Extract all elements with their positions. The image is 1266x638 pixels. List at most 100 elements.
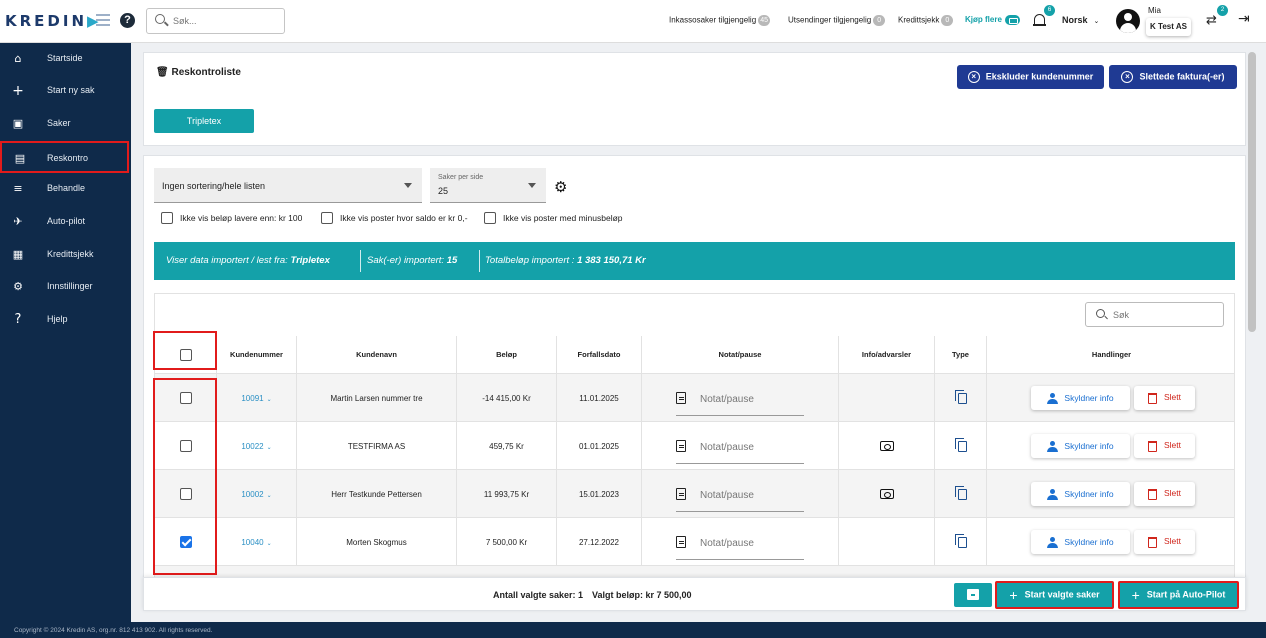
per-page-select[interactable]: Saker per side 25 [430, 168, 546, 203]
sidebar-item-behandle[interactable]: ≡ Behandle [0, 173, 131, 205]
person-icon [1047, 393, 1059, 405]
filter-checkbox-negative[interactable] [484, 212, 496, 224]
top-bar: KREDIN▶ ? Inkassosaker tilgjengelig45 Ut… [0, 0, 1266, 43]
filter-checkbox-min-amount[interactable] [161, 212, 173, 224]
note-document-icon [676, 488, 686, 500]
delete-row-button[interactable]: Slett [1134, 386, 1195, 410]
id-card-icon: ▦ [12, 248, 24, 261]
menu-icon[interactable] [96, 14, 110, 26]
start-selected-button[interactable]: + Start valgte saker [995, 581, 1114, 609]
filter-label: Ikke vis poster hvor saldo er kr 0,- [340, 213, 468, 223]
column-header: Info/advarsler [839, 336, 935, 374]
debtor-info-button[interactable]: Skyldner info [1031, 482, 1130, 506]
deleted-invoices-button[interactable]: × Slettede faktura(-er) [1109, 65, 1237, 89]
bottom-strip [131, 622, 1266, 638]
help-icon[interactable]: ? [120, 13, 135, 28]
table-row: 10091 ⌄ Martin Larsen nummer tre -14 415,… [155, 374, 1234, 422]
checklist-icon: ≡ [13, 182, 23, 195]
reskontro-header-panel: 🗑 Reskontroliste × Ekskluder kundenummer … [143, 52, 1246, 146]
info-warning-cell [839, 470, 935, 518]
customer-number-link[interactable]: 10022 ⌄ [241, 442, 271, 451]
kredin-logo[interactable]: KREDIN▶ [5, 12, 102, 30]
selected-count: Antall valgte saker: 1 [493, 590, 584, 600]
stat-badge: 0 [873, 15, 886, 26]
debtor-info-button[interactable]: Skyldner info [1031, 386, 1130, 410]
search-icon [1096, 309, 1105, 318]
sidebar-item-hjelp[interactable]: ? Hjelp [0, 304, 131, 336]
plus-icon: + [1131, 587, 1140, 603]
debtor-info-button[interactable]: Skyldner info [1031, 530, 1130, 554]
person-icon [1047, 441, 1059, 453]
sidebar-item-kredittsjekk[interactable]: ▦ Kredittsjekk [0, 239, 131, 271]
trash-icon [1147, 392, 1157, 404]
plus-icon: + [12, 83, 24, 99]
sort-select[interactable]: Ingen sortering/hele listen [154, 168, 422, 203]
note-input[interactable]: Notat/pause [676, 434, 804, 464]
debtor-info-button[interactable]: Skyldner info [1031, 434, 1130, 458]
customer-number-link[interactable]: 10040 ⌄ [241, 538, 271, 547]
info-warning-cell [839, 422, 935, 470]
copy-icon[interactable] [954, 389, 967, 404]
due-date: 15.01.2023 [557, 470, 642, 518]
copy-icon[interactable] [954, 485, 967, 500]
global-search[interactable] [146, 8, 285, 34]
sidebar-item-saker[interactable]: ▣ Saker [0, 108, 131, 140]
delete-row-button[interactable]: Slett [1134, 530, 1195, 554]
delete-row-button[interactable]: Slett [1134, 434, 1195, 458]
global-search-input[interactable] [173, 13, 273, 29]
person-icon [1047, 489, 1059, 501]
bell-icon[interactable] [1033, 13, 1046, 27]
settings-gear-icon[interactable]: ⚙ [554, 178, 567, 196]
copyright: Copyright © 2024 Kredin AS, org.nr. 812 … [14, 627, 213, 634]
user-avatar-icon[interactable] [1116, 9, 1140, 33]
customer-number-link[interactable]: 10002 ⌄ [241, 490, 271, 499]
language-select[interactable]: Norsk ⌄ [1062, 15, 1099, 25]
type-cell [935, 470, 987, 518]
note-input[interactable]: Notat/pause [676, 530, 804, 560]
stat-badge: 0 [941, 15, 954, 26]
warning-eye-icon[interactable] [879, 489, 894, 499]
exclude-customer-button[interactable]: × Ekskluder kundenummer [957, 65, 1104, 89]
note-input[interactable]: Notat/pause [676, 386, 804, 416]
plus-icon: + [1009, 587, 1018, 603]
sidebar-item-reskontro[interactable]: ▤ Reskontro [0, 141, 129, 173]
actions-cell: Skyldner info Slett [987, 518, 1234, 566]
caret-down-icon [404, 183, 412, 188]
chevron-down-icon: ⌄ [1093, 18, 1100, 25]
filter-checkbox-zero-balance[interactable] [321, 212, 333, 224]
buy-more-link[interactable]: Kjøp flere [965, 15, 1020, 25]
scrollbar[interactable] [1248, 52, 1256, 332]
copy-icon[interactable] [954, 437, 967, 452]
notifications-badge: 6 [1044, 5, 1055, 16]
trash-icon [1147, 440, 1157, 452]
archive-button[interactable] [954, 583, 992, 607]
table-search[interactable] [1085, 302, 1224, 327]
company-selector[interactable]: K Test AS [1146, 18, 1191, 36]
table-search-input[interactable] [1113, 308, 1213, 322]
column-header: Forfallsdato [557, 336, 642, 374]
copy-icon[interactable] [954, 533, 967, 548]
tripletex-source-button[interactable]: Tripletex [154, 109, 254, 133]
note-cell: Notat/pause [642, 518, 839, 566]
customer-number-cell: 10091 ⌄ [217, 374, 297, 422]
switch-arrows-icon[interactable]: ⇄ [1206, 13, 1217, 28]
sidebar-item-start-ny-sak[interactable]: + Start ny sak [0, 75, 131, 107]
logout-icon[interactable]: ⇥ [1238, 11, 1250, 27]
sidebar-item-auto-pilot[interactable]: ✈ Auto-pilot [0, 206, 131, 238]
start-autopilot-button[interactable]: + Start på Auto-Pilot [1118, 581, 1239, 609]
warning-eye-icon[interactable] [879, 441, 894, 451]
user-name: Mia [1148, 6, 1161, 15]
sidebar-item-innstillinger[interactable]: ⚙ Innstillinger [0, 271, 131, 303]
reskontro-main-panel: Ingen sortering/hele listen Saker per si… [143, 155, 1246, 595]
customer-number-cell: 10040 ⌄ [217, 518, 297, 566]
note-input[interactable]: Notat/pause [676, 482, 804, 512]
caret-down-icon [528, 183, 536, 188]
note-document-icon [676, 392, 686, 404]
sidebar-item-startside[interactable]: ⌂ Startside [0, 43, 131, 75]
customer-number-link[interactable]: 10091 ⌄ [241, 394, 271, 403]
type-cell [935, 518, 987, 566]
type-cell [935, 374, 987, 422]
stat-badge: 45 [758, 15, 771, 26]
due-date: 11.01.2025 [557, 374, 642, 422]
delete-row-button[interactable]: Slett [1134, 482, 1195, 506]
